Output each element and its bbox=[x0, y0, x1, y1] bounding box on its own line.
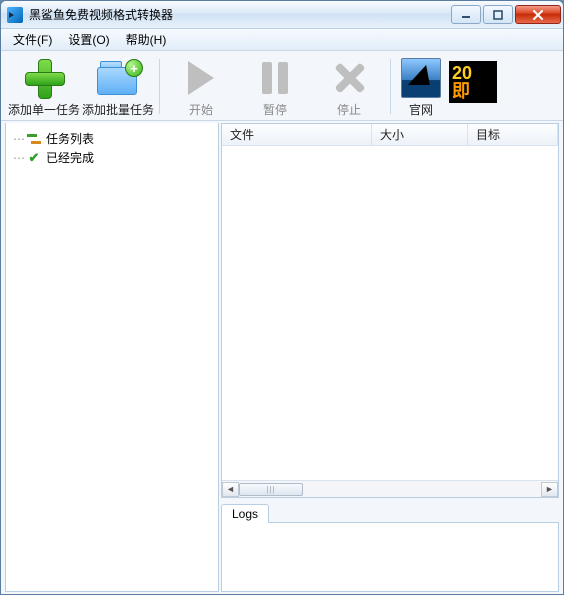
task-list-view: 文件 大小 目标 ◄ ||| ► bbox=[221, 123, 559, 498]
start-button[interactable]: 开始 bbox=[164, 55, 238, 118]
toolbar-label bbox=[471, 104, 474, 118]
titlebar: 黑鲨鱼免费视频格式转换器 bbox=[1, 1, 563, 29]
tree-label: 任务列表 bbox=[46, 130, 94, 147]
separator bbox=[390, 59, 391, 114]
toolbar-label: 添加批量任务 bbox=[82, 101, 154, 118]
logs-textarea[interactable] bbox=[221, 522, 559, 592]
separator bbox=[159, 59, 160, 114]
x-icon bbox=[334, 63, 364, 93]
column-header-row: 文件 大小 目标 bbox=[222, 124, 558, 146]
toolbar: 添加单一任务 + 添加批量任务 开始 暂停 停止 官网 bbox=[1, 51, 563, 121]
scrollbar-track[interactable]: ||| bbox=[239, 482, 541, 497]
minimize-button[interactable] bbox=[451, 5, 481, 24]
list-body-empty bbox=[222, 146, 558, 480]
add-batch-task-button[interactable]: + 添加批量任务 bbox=[81, 55, 155, 118]
window-title: 黑鲨鱼免费视频格式转换器 bbox=[29, 6, 173, 23]
maximize-button[interactable] bbox=[483, 5, 513, 24]
swap-icon bbox=[26, 131, 42, 147]
side-panel: ⋯ 任务列表 ⋯ ✔ 已经完成 bbox=[5, 123, 219, 592]
menu-help[interactable]: 帮助(H) bbox=[118, 29, 175, 50]
plus-icon bbox=[25, 59, 63, 97]
scroll-left-arrow-icon[interactable]: ◄ bbox=[222, 482, 239, 497]
app-icon bbox=[7, 7, 23, 23]
scrollbar-thumb[interactable]: ||| bbox=[239, 483, 303, 496]
add-single-task-button[interactable]: 添加单一任务 bbox=[7, 55, 81, 118]
toolbar-label: 添加单一任务 bbox=[8, 101, 80, 118]
promo-banner[interactable]: 20 即 bbox=[447, 55, 499, 118]
banner-icon: 20 即 bbox=[449, 61, 497, 103]
scroll-right-arrow-icon[interactable]: ► bbox=[541, 482, 558, 497]
pause-icon bbox=[262, 62, 288, 94]
shark-logo-icon bbox=[401, 58, 441, 98]
tree-connector: ⋯ bbox=[12, 132, 26, 146]
play-icon bbox=[188, 61, 214, 95]
tree-item-completed[interactable]: ⋯ ✔ 已经完成 bbox=[10, 148, 214, 167]
close-button[interactable] bbox=[515, 5, 561, 24]
column-header-size[interactable]: 大小 bbox=[372, 124, 468, 145]
folder-plus-icon: + bbox=[97, 61, 139, 95]
logs-section: Logs bbox=[221, 502, 559, 592]
column-header-file[interactable]: 文件 bbox=[222, 124, 372, 145]
menubar: 文件(F) 设置(O) 帮助(H) bbox=[1, 29, 563, 51]
toolbar-label: 官网 bbox=[409, 101, 433, 118]
menu-file[interactable]: 文件(F) bbox=[5, 29, 60, 50]
toolbar-label: 暂停 bbox=[263, 101, 287, 118]
checkmark-icon: ✔ bbox=[26, 150, 42, 166]
app-window: 黑鲨鱼免费视频格式转换器 文件(F) 设置(O) 帮助(H) 添加单一任务 bbox=[0, 0, 564, 595]
menu-settings[interactable]: 设置(O) bbox=[60, 29, 117, 50]
tree-item-task-list[interactable]: ⋯ 任务列表 bbox=[10, 129, 214, 148]
tree-connector: ⋯ bbox=[12, 151, 26, 165]
main-panel: 文件 大小 目标 ◄ ||| ► Logs bbox=[221, 123, 559, 592]
tree-label: 已经完成 bbox=[46, 149, 94, 166]
tab-logs[interactable]: Logs bbox=[221, 504, 269, 523]
toolbar-label: 开始 bbox=[189, 101, 213, 118]
pause-button[interactable]: 暂停 bbox=[238, 55, 312, 118]
content-area: ⋯ 任务列表 ⋯ ✔ 已经完成 文件 大小 目标 ◄ bbox=[1, 121, 563, 594]
column-header-target[interactable]: 目标 bbox=[468, 124, 558, 145]
official-site-button[interactable]: 官网 bbox=[395, 55, 447, 118]
horizontal-scrollbar[interactable]: ◄ ||| ► bbox=[222, 480, 558, 497]
toolbar-label: 停止 bbox=[337, 101, 361, 118]
stop-button[interactable]: 停止 bbox=[312, 55, 386, 118]
